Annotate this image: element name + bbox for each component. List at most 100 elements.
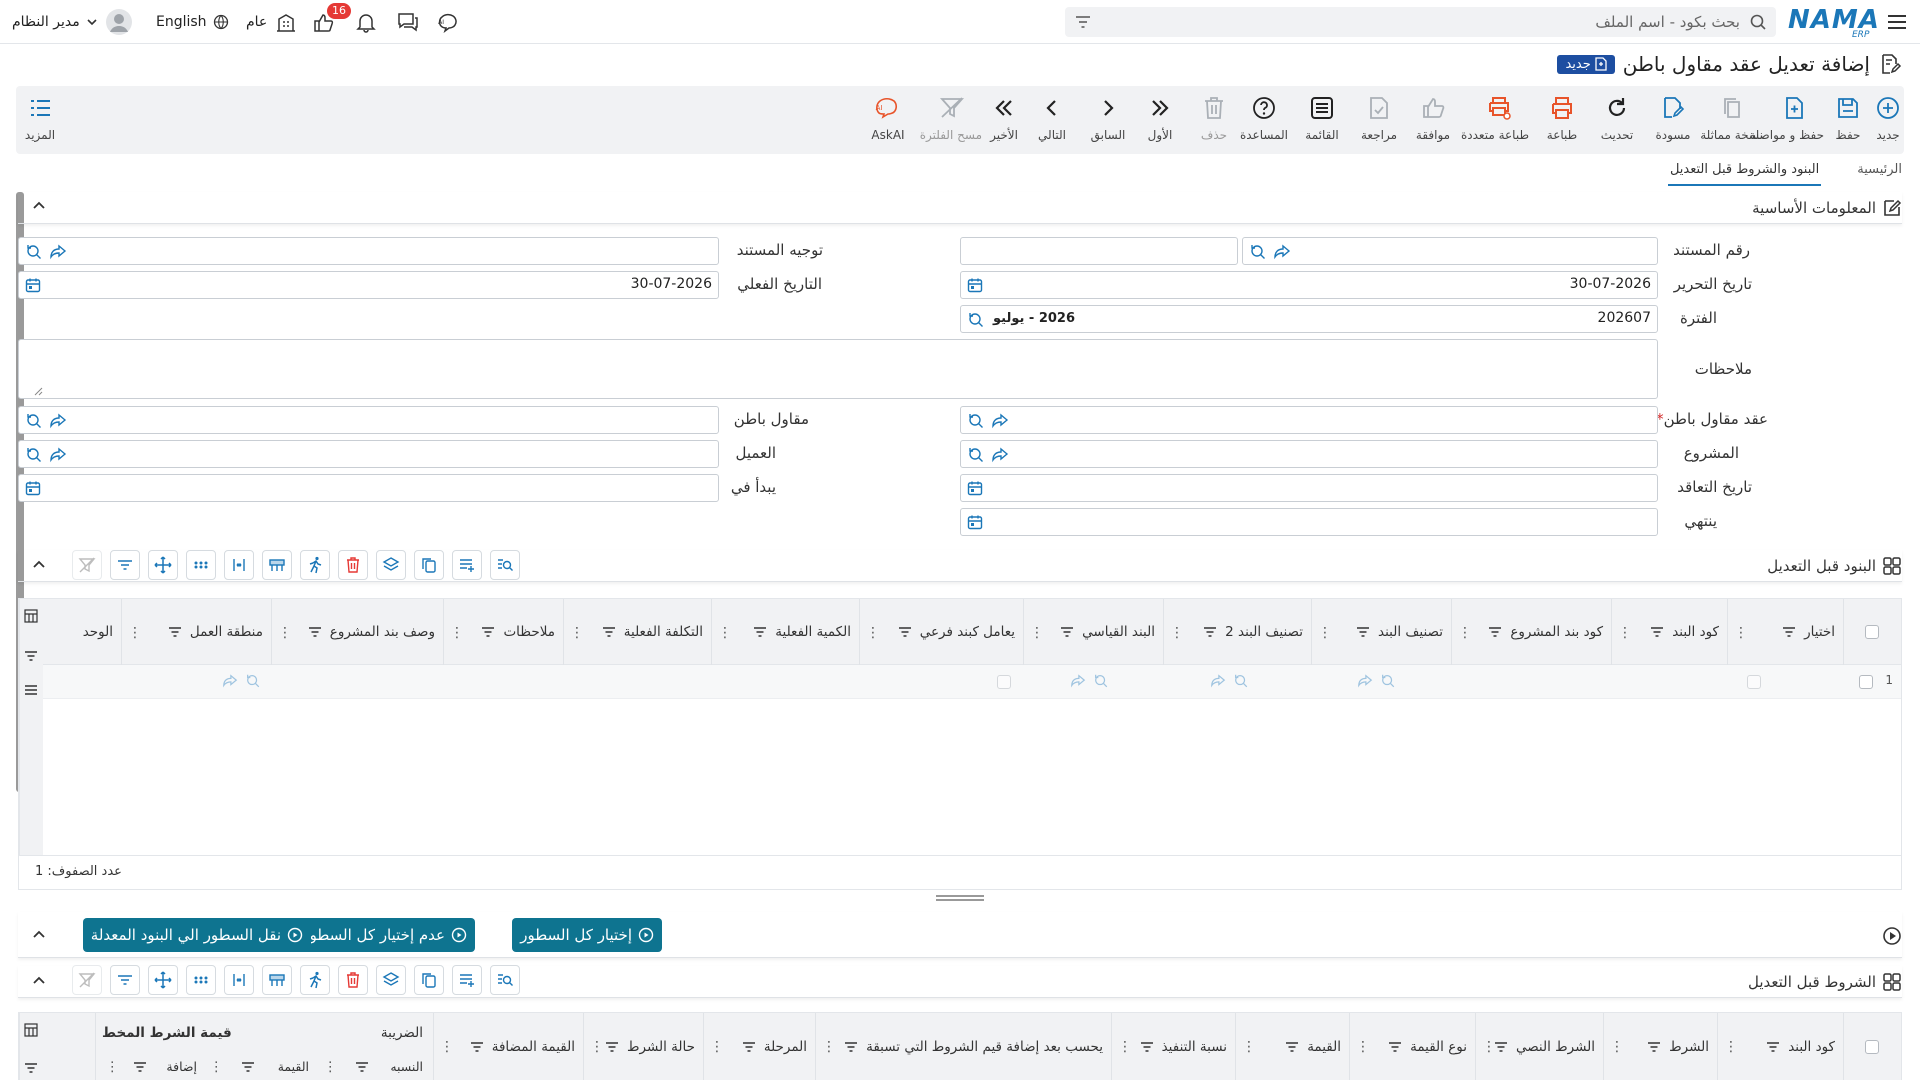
doc-number-field[interactable]	[1242, 237, 1658, 265]
layers-icon[interactable]	[376, 550, 406, 580]
col-calc-after[interactable]: يحسب بعد إضافة قيم الشروط التي تسبقة ⋮	[815, 1013, 1111, 1080]
last-button[interactable]: الأخير	[974, 94, 1034, 142]
fit-columns-icon[interactable]	[224, 550, 254, 580]
col-added-value[interactable]: القيمة المضافة ⋮	[433, 1013, 583, 1080]
delete-button[interactable]: حذف	[1184, 94, 1244, 142]
select-all-cell[interactable]	[1843, 599, 1901, 665]
clear-filter-icon[interactable]	[72, 965, 102, 995]
col-item-code[interactable]: كود البند ⋮	[1611, 599, 1727, 665]
clear-filter-button[interactable]: مسح الفلترة	[920, 94, 982, 142]
select-all-checkbox[interactable]	[1865, 1040, 1879, 1054]
filter-icon[interactable]	[110, 965, 140, 995]
search-lookup-icon[interactable]	[25, 412, 43, 430]
col-text-condition[interactable]: الشرط النصي ⋮	[1475, 1013, 1603, 1080]
calendar-icon[interactable]	[967, 480, 983, 496]
doc-direction-field[interactable]	[18, 237, 719, 265]
approve-button[interactable]: موافقة	[1403, 94, 1463, 142]
share-icon[interactable]	[49, 412, 67, 430]
chevron-up-icon[interactable]	[32, 199, 46, 213]
delete-row-icon[interactable]	[338, 965, 368, 995]
actual-date-field[interactable]: 30-07-2026	[18, 271, 719, 299]
col-unit[interactable]: الوحد	[41, 599, 121, 665]
share-icon[interactable]	[49, 243, 67, 261]
search-bar[interactable]: بحث بكود - اسم الملف	[1065, 7, 1776, 37]
table-settings-icon[interactable]	[24, 609, 38, 623]
starts-field[interactable]	[18, 474, 719, 502]
filter-icon[interactable]	[24, 1061, 38, 1075]
menu-lines-icon[interactable]	[24, 683, 38, 697]
search-lookup-icon[interactable]	[967, 412, 985, 430]
col-value-type[interactable]: نوع القيمة ⋮	[1349, 1013, 1475, 1080]
col-stage[interactable]: المرحلة ⋮	[703, 1013, 815, 1080]
nama-logo[interactable]: NAMA ERP	[1788, 6, 1879, 40]
draft-button[interactable]: مسودة	[1643, 94, 1703, 142]
ai-assistant-icon[interactable]: AI	[437, 10, 461, 34]
edit-date-field[interactable]: 30-07-2026	[960, 271, 1658, 299]
col-execution-ratio[interactable]: نسبة التنفيذ ⋮	[1111, 1013, 1235, 1080]
calendar-icon[interactable]	[25, 277, 41, 293]
run-icon[interactable]	[300, 550, 330, 580]
select-all-checkbox[interactable]	[1865, 625, 1879, 639]
play-circle-icon[interactable]	[1882, 926, 1902, 946]
search-lookup-icon[interactable]	[25, 243, 43, 261]
col-item-code[interactable]: كود البند ⋮	[1717, 1013, 1843, 1080]
basic-info-header[interactable]: المعلومات الأساسية	[18, 192, 1902, 224]
col-standard-item[interactable]: البند القياسي ⋮	[1023, 599, 1163, 665]
select-checkbox[interactable]	[1747, 675, 1761, 689]
project-field[interactable]	[960, 440, 1658, 468]
calendar-icon[interactable]	[25, 480, 41, 496]
col-tax-group[interactable]: الضريبة قيمة الشرط المخط النسبه ⋮ القيمة…	[95, 1013, 433, 1080]
search-rows-icon[interactable]	[490, 550, 520, 580]
move-icon[interactable]	[148, 965, 178, 995]
period-field[interactable]: 202607 2026 - يوليو	[960, 305, 1658, 333]
run-icon[interactable]	[300, 965, 330, 995]
previous-button[interactable]: السابق	[1078, 94, 1138, 142]
copy-icon[interactable]	[414, 965, 444, 995]
move-icon[interactable]	[148, 550, 178, 580]
share-icon[interactable]	[1273, 243, 1291, 261]
chevron-up-icon[interactable]	[32, 974, 46, 988]
col-condition-status[interactable]: حالة الشرط ⋮	[583, 1013, 703, 1080]
clear-filter-icon[interactable]	[72, 550, 102, 580]
col-project-item-code[interactable]: كود بند المشروع ⋮	[1451, 599, 1611, 665]
tab-main[interactable]: الرئيسية	[1855, 158, 1904, 186]
share-icon[interactable]	[49, 446, 67, 464]
search-lookup-icon[interactable]	[967, 446, 985, 464]
deselect-all-lines-button[interactable]: عدم إختيار كل السطور	[294, 918, 475, 952]
table-icon[interactable]	[262, 965, 292, 995]
table-settings-icon[interactable]	[24, 1023, 38, 1037]
first-button[interactable]: الأول	[1130, 94, 1190, 142]
select-all-cell[interactable]	[1843, 1013, 1901, 1080]
calendar-icon[interactable]	[967, 514, 983, 530]
dots-grid-icon[interactable]	[186, 550, 216, 580]
table-row[interactable]: 1	[43, 665, 1901, 699]
filter-icon[interactable]	[110, 550, 140, 580]
search-lookup-icon[interactable]	[1093, 673, 1109, 689]
col-sub-item[interactable]: يعامل كبند فرعي ⋮	[859, 599, 1023, 665]
col-actual-qty[interactable]: الكمية الفعلية ⋮	[711, 599, 859, 665]
notifications-icon[interactable]	[355, 10, 377, 34]
search-lookup-icon[interactable]	[245, 673, 261, 689]
table-icon[interactable]	[262, 550, 292, 580]
tab-items-terms-before[interactable]: البنود والشروط قبل التعديل	[1667, 158, 1822, 186]
add-row-icon[interactable]	[452, 965, 482, 995]
list-button[interactable]: القائمة	[1292, 94, 1352, 142]
save-button[interactable]: حفظ	[1818, 94, 1878, 142]
copy-icon[interactable]	[414, 550, 444, 580]
review-button[interactable]: مراجعة	[1349, 94, 1409, 142]
delete-row-icon[interactable]	[338, 550, 368, 580]
user-avatar[interactable]	[106, 9, 132, 35]
search-lookup-icon[interactable]	[967, 311, 985, 329]
approvals-icon[interactable]: 16	[312, 3, 351, 34]
col-item-category[interactable]: تصنيف البند ⋮	[1311, 599, 1451, 665]
refresh-button[interactable]: تحديث	[1587, 94, 1647, 142]
calendar-icon[interactable]	[967, 277, 983, 293]
col-condition[interactable]: الشرط ⋮	[1603, 1013, 1717, 1080]
customer-field[interactable]	[18, 440, 719, 468]
search-rows-icon[interactable]	[490, 965, 520, 995]
sub-item-checkbox[interactable]	[997, 675, 1011, 689]
col-notes[interactable]: ملاحظات ⋮	[443, 599, 563, 665]
company-icon[interactable]	[275, 10, 297, 34]
add-row-icon[interactable]	[452, 550, 482, 580]
save-continue-button[interactable]: حفظ و مواصلة	[1749, 94, 1824, 142]
